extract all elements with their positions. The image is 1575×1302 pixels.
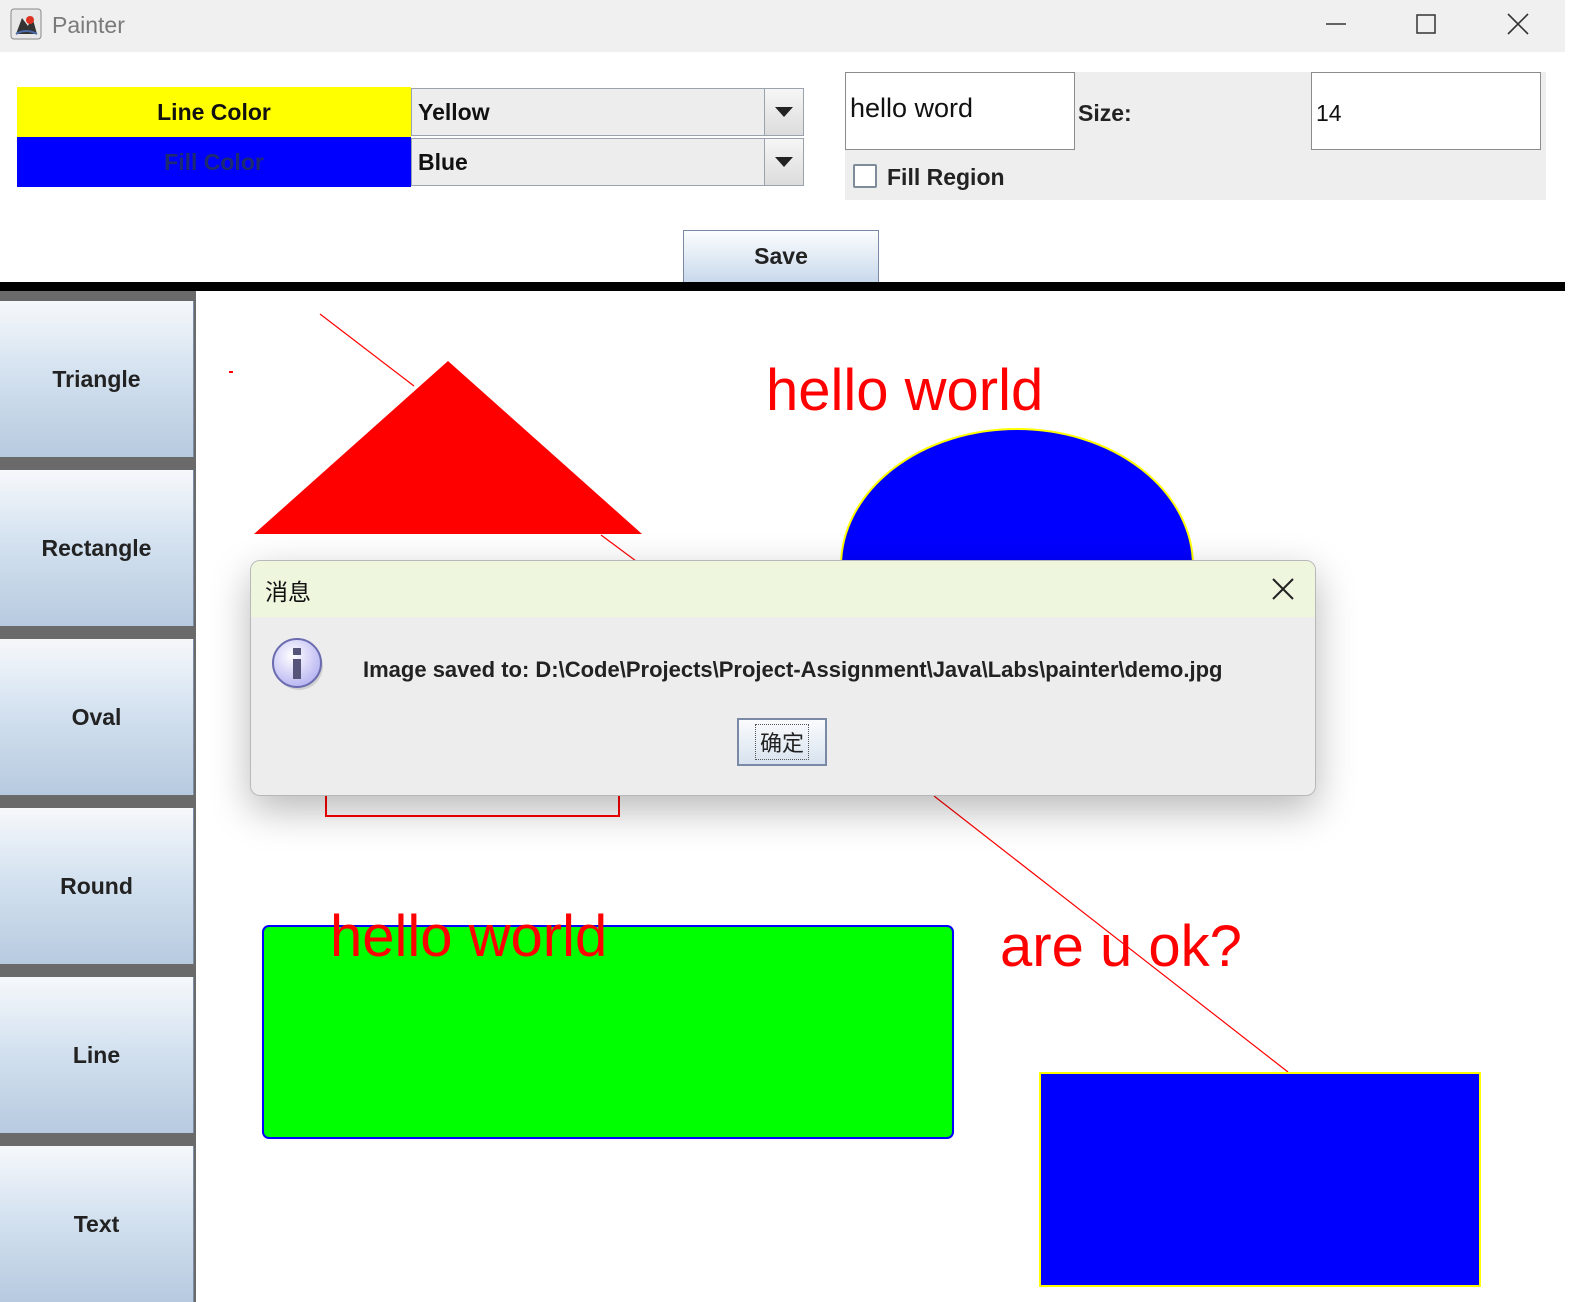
- dialog-message: Image saved to: D:\Code\Projects\Project…: [363, 657, 1223, 682]
- tool-sidebar: Triangle Rectangle Oval Round Line Text: [0, 291, 196, 1302]
- close-button[interactable]: [1472, 0, 1564, 52]
- blue-oval: [839, 428, 1195, 567]
- title-bar: Painter: [0, 0, 1575, 52]
- fill-color-combobox[interactable]: Blue: [411, 138, 804, 186]
- close-icon: [1506, 12, 1530, 41]
- minimize-button[interactable]: [1290, 0, 1382, 52]
- save-button[interactable]: Save: [683, 230, 879, 282]
- blue-rectangle: [1039, 1072, 1481, 1287]
- window-title: Painter: [52, 12, 125, 38]
- window-edge: [1565, 0, 1575, 1302]
- line-tool-button[interactable]: Line: [0, 977, 194, 1133]
- text-tool-button[interactable]: Text: [0, 1146, 194, 1302]
- size-input-value: 14: [1316, 100, 1342, 126]
- ok-button-label: 确定: [754, 724, 809, 760]
- dialog-title-bar: 消息: [251, 561, 1315, 617]
- size-label: Size:: [1078, 100, 1132, 126]
- text-options-panel: hello word Size: 14 Fill Region: [845, 72, 1546, 200]
- toolbar: Line Color Yellow Fill Color Blue hello …: [0, 52, 1575, 282]
- fill-region-label[interactable]: Fill Region: [887, 164, 1005, 191]
- oval-tool-button[interactable]: Oval: [0, 639, 194, 795]
- toolbar-divider: [0, 282, 1565, 291]
- fill-region-checkbox[interactable]: [853, 164, 877, 188]
- text-input-value: hello word: [850, 93, 974, 123]
- info-icon: [271, 637, 325, 691]
- red-line-1: [319, 313, 415, 387]
- canvas-text-hello-world-1: hello world: [766, 358, 1044, 423]
- dialog-title: 消息: [265, 579, 311, 605]
- canvas-text-hello-world-2: hello world: [330, 904, 608, 969]
- dialog-close-button[interactable]: [1263, 569, 1303, 609]
- message-dialog: 消息 Image saved to: D:\Code\Projects\Proj…: [250, 560, 1316, 796]
- line-color-label: Line Color: [17, 87, 411, 137]
- line-color-combobox[interactable]: Yellow: [411, 88, 804, 136]
- drawing-canvas[interactable]: hello world hello world are u ok?: [196, 291, 1565, 1302]
- triangle-tool-button[interactable]: Triangle: [0, 301, 194, 457]
- maximize-icon: [1415, 13, 1437, 40]
- rectangle-tool-button[interactable]: Rectangle: [0, 470, 194, 626]
- minimize-icon: [1325, 13, 1347, 40]
- red-dot: [229, 371, 233, 373]
- fill-color-label: Fill Color: [17, 137, 411, 187]
- chevron-down-icon[interactable]: [764, 139, 803, 185]
- ok-button[interactable]: 确定: [737, 718, 827, 766]
- red-line-1-lower: [600, 534, 637, 562]
- maximize-button[interactable]: [1380, 0, 1472, 52]
- size-input[interactable]: 14: [1311, 72, 1541, 150]
- chevron-down-icon[interactable]: [764, 89, 803, 135]
- round-tool-button[interactable]: Round: [0, 808, 194, 964]
- text-input[interactable]: hello word: [845, 72, 1075, 150]
- canvas-text-are-u-ok: are u ok?: [1000, 914, 1242, 979]
- close-icon: [1272, 578, 1294, 600]
- red-triangle: [254, 361, 642, 534]
- java-app-icon: [10, 8, 42, 40]
- line-color-value: Yellow: [418, 99, 490, 125]
- fill-color-value: Blue: [418, 149, 468, 175]
